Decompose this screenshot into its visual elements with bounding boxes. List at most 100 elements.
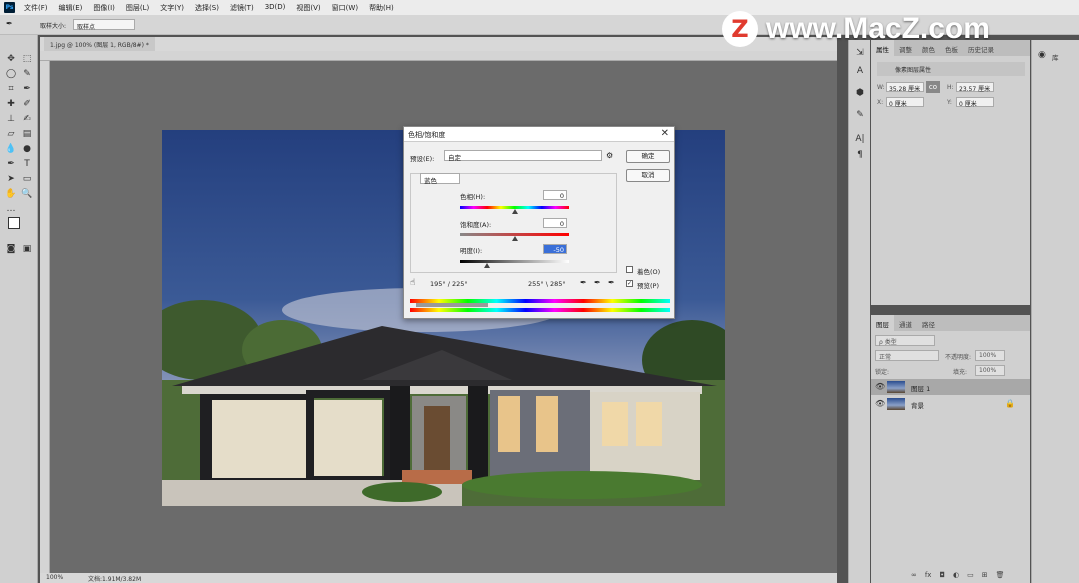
- layer-row[interactable]: 👁 背景 🔒: [871, 396, 1030, 412]
- marquee-tool-icon[interactable]: ⬚: [20, 53, 34, 65]
- photoshop-app-icon[interactable]: Ps: [4, 2, 15, 13]
- zoom-tool-icon[interactable]: 🔍: [20, 188, 34, 200]
- range-slider[interactable]: [416, 303, 488, 307]
- menu-item[interactable]: 选择(S): [195, 3, 219, 13]
- quick-select-tool-icon[interactable]: ✎: [20, 68, 34, 80]
- character-panel-icon[interactable]: A: [853, 66, 867, 78]
- layers-action-icon[interactable]: fx: [925, 571, 932, 579]
- zoom-level[interactable]: 100%: [46, 574, 63, 581]
- menu-item[interactable]: 窗口(W): [332, 3, 358, 13]
- history-panel-icon[interactable]: ⇲: [853, 48, 867, 60]
- ok-button[interactable]: 确定: [626, 150, 670, 163]
- colorize-checkbox[interactable]: [626, 266, 633, 273]
- eyedropper-icon[interactable]: ✒: [20, 83, 34, 95]
- type-tool-icon[interactable]: T: [20, 158, 34, 170]
- rectangle-tool-icon[interactable]: ▭: [20, 173, 34, 185]
- menu-item[interactable]: 文字(Y): [160, 3, 184, 13]
- stamp-tool-icon[interactable]: ⊥: [4, 113, 18, 125]
- pen-tool-icon[interactable]: ✒: [4, 158, 18, 170]
- eyedropper-tool-icon[interactable]: ✒: [6, 19, 13, 28]
- link-dimensions-button[interactable]: co: [926, 81, 940, 93]
- 3d-panel-icon[interactable]: ⬢: [853, 88, 867, 100]
- healing-tool-icon[interactable]: ✚: [4, 98, 18, 110]
- screen-mode-icon[interactable]: ▣: [20, 243, 34, 255]
- y-field[interactable]: 0 厘米: [956, 97, 994, 108]
- layers-tab[interactable]: 路径: [917, 315, 940, 331]
- layers-action-icon[interactable]: ∞: [911, 571, 917, 579]
- x-field[interactable]: 0 厘米: [886, 97, 924, 108]
- menu-item[interactable]: 图像(I): [93, 3, 115, 13]
- layers-action-icon[interactable]: 🗑: [996, 571, 1005, 579]
- properties-tab[interactable]: 属性: [871, 40, 894, 56]
- properties-tab[interactable]: 颜色: [917, 40, 940, 56]
- menu-item[interactable]: 文件(F): [24, 3, 48, 13]
- targeted-adjust-hand-icon[interactable]: ☝: [410, 278, 415, 288]
- saturation-field[interactable]: 0: [543, 218, 567, 228]
- layer-name[interactable]: 背景: [911, 400, 924, 410]
- blur-tool-icon[interactable]: 💧: [4, 143, 18, 155]
- preset-select[interactable]: 自定: [444, 150, 602, 162]
- brush-tool-icon[interactable]: ✐: [20, 98, 34, 110]
- hue-field[interactable]: 0: [543, 190, 567, 200]
- fill-field[interactable]: 100%: [975, 365, 1005, 376]
- layers-tab[interactable]: 图层: [871, 315, 894, 331]
- lightness-field[interactable]: -50: [543, 244, 567, 254]
- layers-action-icon[interactable]: ▭: [967, 571, 974, 579]
- menu-item[interactable]: 视图(V): [296, 3, 320, 13]
- document-tab[interactable]: 1.jpg @ 100% (图层 1, RGB/8#) *: [44, 37, 155, 51]
- properties-tab[interactable]: 历史记录: [963, 40, 999, 56]
- opacity-field[interactable]: 100%: [975, 350, 1005, 361]
- eyedropper-icon[interactable]: ✒: [580, 278, 587, 287]
- menu-item[interactable]: 3D(D): [265, 3, 286, 13]
- layers-action-icon[interactable]: ⊞: [982, 571, 988, 579]
- foreground-color-swatch[interactable]: [8, 217, 20, 229]
- menu-item[interactable]: 编辑(E): [59, 3, 83, 13]
- width-field[interactable]: 35.28 厘米: [886, 82, 924, 93]
- sample-size-select[interactable]: 取样点: [73, 19, 135, 31]
- quick-mask-icon[interactable]: ◙: [4, 243, 18, 255]
- crop-tool-icon[interactable]: ⌗: [4, 83, 18, 95]
- layers-tab[interactable]: 通道: [894, 315, 917, 331]
- visibility-eye-icon[interactable]: 👁: [875, 382, 885, 391]
- path-select-tool-icon[interactable]: ➤: [4, 173, 18, 185]
- eraser-tool-icon[interactable]: ▱: [4, 128, 18, 140]
- text-panel-icon[interactable]: A|: [853, 134, 867, 146]
- libraries-icon[interactable]: ◉: [1038, 50, 1046, 60]
- layers-action-icon[interactable]: ◐: [953, 571, 959, 579]
- lasso-tool-icon[interactable]: ◯: [4, 68, 18, 80]
- dodge-tool-icon[interactable]: ●: [20, 143, 34, 155]
- layer-filter-select[interactable]: ρ 类型: [875, 335, 935, 346]
- tools-panel: ✥ ⬚ ◯ ✎ ⌗ ✒ ✚ ✐ ⊥ ✍ ▱ ▤ 💧 ● ✒ T ➤ ▭ ✋ 🔍 …: [0, 35, 38, 583]
- visibility-eye-icon[interactable]: 👁: [875, 399, 885, 408]
- layer-name[interactable]: 图层 1: [911, 383, 930, 393]
- blend-mode-select[interactable]: 正常: [875, 350, 939, 361]
- more-tools-icon[interactable]: …: [4, 203, 18, 215]
- hue-slider[interactable]: [511, 209, 518, 214]
- menu-item[interactable]: 图层(L): [126, 3, 149, 13]
- move-tool-icon[interactable]: ✥: [4, 53, 18, 65]
- hand-tool-icon[interactable]: ✋: [4, 188, 18, 200]
- channel-select[interactable]: 蓝色: [420, 173, 460, 185]
- paragraph-panel-icon[interactable]: ¶: [853, 150, 867, 162]
- saturation-slider[interactable]: [511, 236, 518, 241]
- gear-icon[interactable]: ⚙: [606, 151, 613, 160]
- layers-action-icon[interactable]: ◘: [939, 571, 945, 579]
- brush-settings-icon[interactable]: ✎: [853, 110, 867, 122]
- width-label: W:: [877, 84, 885, 91]
- properties-tab[interactable]: 色板: [940, 40, 963, 56]
- libraries-label[interactable]: 库: [1052, 52, 1059, 62]
- document-info[interactable]: 文档:1.91M/3.82M: [88, 574, 141, 583]
- lightness-slider[interactable]: [484, 263, 491, 268]
- history-brush-icon[interactable]: ✍: [20, 113, 34, 125]
- preview-checkbox[interactable]: ✓: [626, 280, 633, 287]
- eyedropper-plus-icon[interactable]: ✒: [594, 278, 601, 287]
- properties-tab[interactable]: 调整: [894, 40, 917, 56]
- height-field[interactable]: 23.57 厘米: [956, 82, 994, 93]
- menu-item[interactable]: 滤镜(T): [230, 3, 254, 13]
- close-icon[interactable]: ✕: [661, 128, 669, 139]
- menu-item[interactable]: 帮助(H): [369, 3, 394, 13]
- layer-row[interactable]: 👁 图层 1: [871, 379, 1030, 395]
- eyedropper-minus-icon[interactable]: ✒: [608, 278, 615, 287]
- gradient-tool-icon[interactable]: ▤: [20, 128, 34, 140]
- cancel-button[interactable]: 取消: [626, 169, 670, 182]
